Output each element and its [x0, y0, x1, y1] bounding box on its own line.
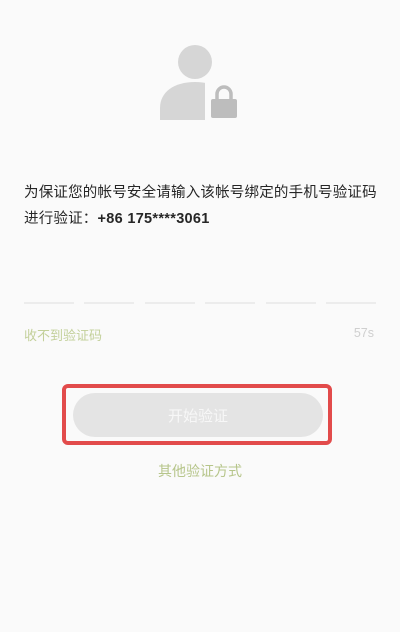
resend-countdown: 57s	[353, 326, 374, 340]
verification-message: 为保证您的帐号安全请输入该帐号绑定的手机号验证码进行验证：+86 175****…	[24, 180, 384, 232]
start-verification-button[interactable]: 开始验证	[73, 393, 323, 437]
code-digit-box[interactable]	[325, 302, 376, 304]
code-input[interactable]	[24, 302, 376, 306]
user-lock-icon	[160, 45, 243, 120]
verification-screen: 为保证您的帐号安全请输入该帐号绑定的手机号验证码进行验证：+86 175****…	[0, 0, 400, 632]
code-digit-box[interactable]	[144, 302, 195, 304]
code-digit-box[interactable]	[265, 302, 316, 304]
phone-number: +86 175****3061	[97, 211, 210, 227]
other-verification-method-link[interactable]: 其他验证方式	[0, 460, 400, 482]
code-digit-box[interactable]	[24, 302, 74, 304]
code-digit-box[interactable]	[205, 302, 256, 304]
no-code-link[interactable]: 收不到验证码	[24, 325, 102, 344]
code-digit-box[interactable]	[84, 302, 135, 304]
